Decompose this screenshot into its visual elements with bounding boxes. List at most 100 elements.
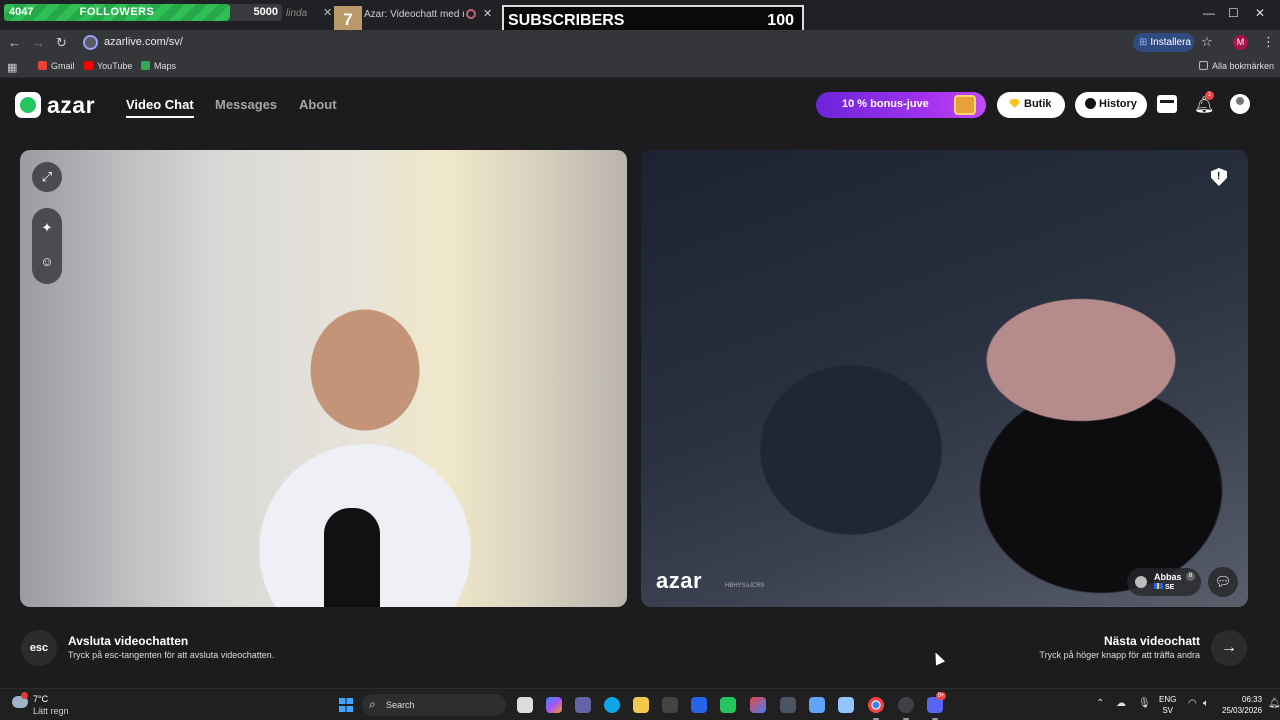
back-icon[interactable]: ← xyxy=(8,35,21,50)
profile-avatar[interactable]: M xyxy=(1233,35,1248,50)
app-icon[interactable] xyxy=(780,697,796,713)
microsoft365-icon[interactable] xyxy=(750,697,766,713)
azar-page: azar Video Chat Messages About 10 % bonu… xyxy=(0,79,1280,685)
active-tab-title: Azar: Videochatt med nya m xyxy=(364,9,464,20)
security-icon[interactable] xyxy=(720,697,736,713)
snipping-tool-icon[interactable] xyxy=(838,697,854,713)
gmail-icon xyxy=(38,61,47,70)
peer-info[interactable]: Abbas 8 SE xyxy=(1127,568,1201,596)
report-mark: ! xyxy=(1217,171,1221,182)
bonus-gems-button[interactable]: 10 % bonus-juve xyxy=(816,92,986,118)
bonus-label: 10 % bonus-juve xyxy=(842,98,929,110)
sweden-flag-icon xyxy=(1154,583,1163,589)
bookmarks-bar: ▦ Gmail YouTube Maps Alla bokmärken xyxy=(0,56,1280,78)
end-chat-subtitle: Tryck på esc-tangenten för att avsluta v… xyxy=(68,650,275,660)
nav-video-chat[interactable]: Video Chat xyxy=(126,97,194,118)
nav-about[interactable]: About xyxy=(299,97,337,112)
task-view-icon[interactable] xyxy=(517,697,533,713)
clock-icon xyxy=(1085,98,1096,109)
notification-count-badge: 1 xyxy=(1205,91,1214,100)
azar-watermark: azar xyxy=(656,568,703,593)
taskbar-search[interactable]: ⌕ Search xyxy=(362,694,506,716)
recording-icon xyxy=(466,9,476,19)
folder-icon xyxy=(1199,61,1208,70)
shop-button[interactable]: Butik xyxy=(997,92,1065,118)
install-app-button[interactable]: ⊞ Installera xyxy=(1133,33,1194,52)
language-indicator[interactable]: ENG SV xyxy=(1159,694,1176,716)
file-explorer-icon[interactable] xyxy=(633,697,649,713)
address-bar: ← → ↻ azarlive.com/sv/ ⊞ Installera ☆ M ⋮ xyxy=(0,30,1280,56)
treasure-chest-icon xyxy=(954,95,976,115)
subscribers-label: SUBSCRIBERS xyxy=(508,12,625,29)
bookmark-star-icon[interactable]: ☆ xyxy=(1201,34,1213,50)
all-bookmarks[interactable]: Alla bokmärken xyxy=(1199,61,1274,71)
shop-label: Butik xyxy=(1024,98,1052,110)
inbox-icon[interactable] xyxy=(1157,95,1177,113)
copilot-icon[interactable] xyxy=(546,697,562,713)
ms-store-icon[interactable] xyxy=(662,697,678,713)
mouse-cursor-icon xyxy=(930,650,946,666)
reload-icon[interactable]: ↻ xyxy=(56,35,67,51)
forward-icon[interactable]: → xyxy=(32,35,45,50)
notifications-icon[interactable]: 🔔︎ xyxy=(1268,698,1280,709)
bookmark-youtube[interactable]: YouTube xyxy=(84,61,132,71)
edge-icon[interactable] xyxy=(604,697,620,713)
followers-goal: 5000 xyxy=(230,4,282,21)
install-label: Installera xyxy=(1150,37,1191,48)
history-button[interactable]: History xyxy=(1075,92,1147,118)
wifi-icon[interactable]: ◠ xyxy=(1188,698,1197,709)
next-chat-subtitle: Tryck på höger knapp för att träffa andr… xyxy=(1039,650,1200,660)
chrome-icon[interactable] xyxy=(868,697,884,713)
arrow-right-icon: → xyxy=(1221,639,1237,656)
search-label: Search xyxy=(386,700,415,710)
youtube-icon xyxy=(84,61,93,70)
browser-menu-icon[interactable]: ⋮ xyxy=(1262,34,1275,50)
peer-country: SE xyxy=(1154,583,1174,591)
remote-video: ! azar HBHYSoJCR9 Abbas 8 SE 💬︎ xyxy=(641,150,1248,607)
obs-icon[interactable] xyxy=(898,697,914,713)
maximize-icon[interactable]: ☐ xyxy=(1228,6,1239,20)
magic-wand-icon[interactable]: ✦ xyxy=(32,220,62,236)
expand-icon: ⤢ xyxy=(41,169,53,184)
chat-button[interactable]: 💬︎ xyxy=(1208,567,1238,597)
close-tab-icon[interactable]: ✕ xyxy=(483,7,492,20)
peer-name: Abbas xyxy=(1154,572,1182,582)
bookmark-gmail[interactable]: Gmail xyxy=(38,61,75,71)
apps-grid-icon[interactable]: ▦ xyxy=(7,61,17,74)
close-window-icon[interactable]: ✕ xyxy=(1255,6,1265,20)
tray-overflow-icon[interactable]: ⌃ xyxy=(1096,698,1104,709)
background-tab-title[interactable]: linda xyxy=(286,8,307,19)
next-chat-button[interactable]: → xyxy=(1211,630,1247,666)
expand-video-button[interactable]: ⤢ xyxy=(32,162,62,192)
microphone-icon[interactable]: 🎙︎ xyxy=(1138,698,1151,709)
active-tab[interactable]: Azar: Videochatt med nya m ✕ xyxy=(362,6,492,24)
site-info-icon[interactable] xyxy=(83,35,98,50)
peer-avatar xyxy=(1135,576,1147,588)
watermark-id: HBHYSoJCR9 xyxy=(725,583,765,589)
brand-name: azar xyxy=(47,92,96,118)
outlook-icon[interactable] xyxy=(691,697,707,713)
clock-date: 25/03/2026 xyxy=(1222,706,1263,715)
url-field[interactable]: azarlive.com/sv/ xyxy=(104,36,183,48)
windows-start-icon[interactable] xyxy=(339,698,353,712)
face-filter-icon[interactable]: ☺ xyxy=(32,254,62,269)
nav-messages[interactable]: Messages xyxy=(215,97,277,112)
bookmark-maps[interactable]: Maps xyxy=(141,61,176,71)
volume-icon[interactable]: 🔈︎ xyxy=(1203,698,1209,709)
close-tab-icon[interactable]: ✕ xyxy=(323,6,332,19)
followers-goal-bar: 4047 FOLLOWERS xyxy=(4,4,230,21)
end-chat-button[interactable]: esc xyxy=(21,630,57,666)
discord-badge: 9+ xyxy=(936,692,946,700)
onedrive-icon[interactable]: ☁ xyxy=(1116,698,1126,709)
azar-logo-icon xyxy=(15,92,41,118)
user-profile-icon[interactable] xyxy=(1230,94,1250,114)
minimize-icon[interactable]: — xyxy=(1203,6,1215,20)
weather-condition: Lätt regn xyxy=(33,706,69,716)
microphone-image xyxy=(324,508,380,607)
maps-icon xyxy=(141,61,150,70)
photos-icon[interactable] xyxy=(809,697,825,713)
followers-label: FOLLOWERS xyxy=(79,6,155,18)
system-clock[interactable]: 06:33 25/03/2026 xyxy=(1222,694,1262,716)
clock-time: 06:33 xyxy=(1242,695,1263,704)
teams-icon[interactable] xyxy=(575,697,591,713)
